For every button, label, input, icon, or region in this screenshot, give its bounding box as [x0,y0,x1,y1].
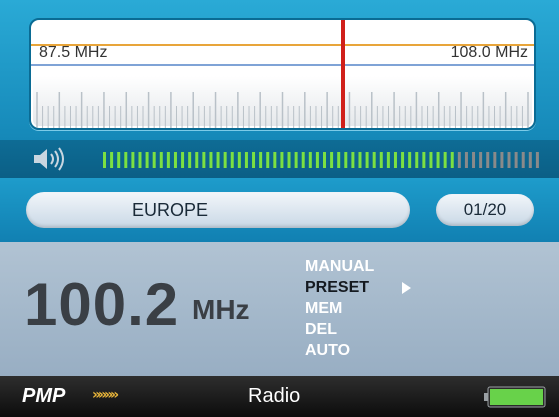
volume-meter[interactable] [103,152,543,168]
volume-bar [266,152,270,168]
volume-bar [103,152,106,168]
volume-bar [457,152,461,168]
volume-bar [230,152,234,168]
volume-bar [244,152,248,168]
volume-bar [223,152,227,168]
app-title: Radio [248,385,301,407]
volume-bar [535,152,539,168]
volume-bar [273,152,277,168]
volume-bar [110,152,114,168]
frequency-value: 100.2 [24,271,180,338]
region-selector[interactable]: EUROPE [26,192,410,228]
volume-bar [351,152,355,168]
brand-logo: PMP [22,385,66,407]
volume-bar [408,152,412,168]
volume-bar [464,152,468,168]
volume-bar [486,152,490,168]
volume-bar [124,152,128,168]
volume-bar [521,152,525,168]
volume-bar [152,152,156,168]
volume-bar [337,152,341,168]
menu-item-mem[interactable]: MEM [305,298,374,319]
volume-bar [166,152,170,168]
volume-bar [259,152,263,168]
volume-bar [138,152,142,168]
volume-bar [386,152,390,168]
preset-label: 01/20 [463,200,507,219]
volume-bar [202,152,206,168]
volume-bar [159,152,163,168]
main-panel: 100.2 MHz MANUAL PRESET MEM DEL AUTO [0,242,559,376]
volume-bar [209,152,213,168]
volume-bar [422,152,426,168]
region-row: EUROPE 01/20 [0,178,559,242]
volume-bar [287,152,291,168]
volume-bar [500,152,504,168]
volume-bar [379,152,383,168]
volume-bar [252,152,256,168]
volume-bar [301,152,305,168]
arrow-right-icon [402,282,411,294]
brand-arrows-icon: »»»» [92,387,119,403]
preset-counter[interactable]: 01/20 [436,194,534,226]
frequency-dial[interactable]: 87.5 MHz 108.0 MHz [29,18,536,130]
volume-bar [372,152,376,168]
volume-bar [443,152,447,168]
region-label: EUROPE [132,200,209,220]
volume-bar [507,152,511,168]
volume-bar [330,152,334,168]
dial-scale-line [31,64,534,66]
menu-item-auto[interactable]: AUTO [305,340,374,361]
volume-bar [393,152,397,168]
volume-strip [0,140,559,178]
volume-bar [429,152,433,168]
speaker-icon[interactable] [32,147,72,171]
battery-icon [484,386,546,408]
menu-item-manual[interactable]: MANUAL [305,256,374,277]
dial-ticks [36,92,529,128]
volume-bar [188,152,192,168]
volume-bar [237,152,241,168]
volume-bar [436,152,440,168]
volume-bar [344,152,348,168]
band-min-label: 87.5 MHz [39,44,108,61]
volume-bar [528,152,532,168]
volume-bar [294,152,298,168]
tuning-needle[interactable] [340,20,345,128]
volume-bar [131,152,135,168]
volume-bar [145,152,149,168]
volume-bar [315,152,319,168]
tuner-area: 87.5 MHz 108.0 MHz [0,0,559,140]
menu-item-preset[interactable]: PRESET [305,277,374,298]
frequency-unit: MHz [192,294,250,325]
band-max-label: 108.0 MHz [450,44,528,61]
volume-bar [401,152,405,168]
volume-bar [117,152,121,168]
volume-bar [195,152,199,168]
volume-bar [472,152,476,168]
volume-bar [358,152,362,168]
volume-bar [280,152,284,168]
menu-item-del[interactable]: DEL [305,319,374,340]
mode-menu: MANUAL PRESET MEM DEL AUTO [305,256,374,361]
volume-bar [365,152,369,168]
volume-bar [514,152,518,168]
volume-bar [181,152,185,168]
volume-bar [216,152,220,168]
volume-bar [479,152,483,168]
volume-bar [493,152,497,168]
volume-bar [415,152,419,168]
volume-bar [323,152,326,168]
volume-bar [450,152,454,168]
volume-bar [173,152,177,168]
volume-bar [308,152,312,168]
status-bar: PMP »»»» Radio [0,376,559,417]
